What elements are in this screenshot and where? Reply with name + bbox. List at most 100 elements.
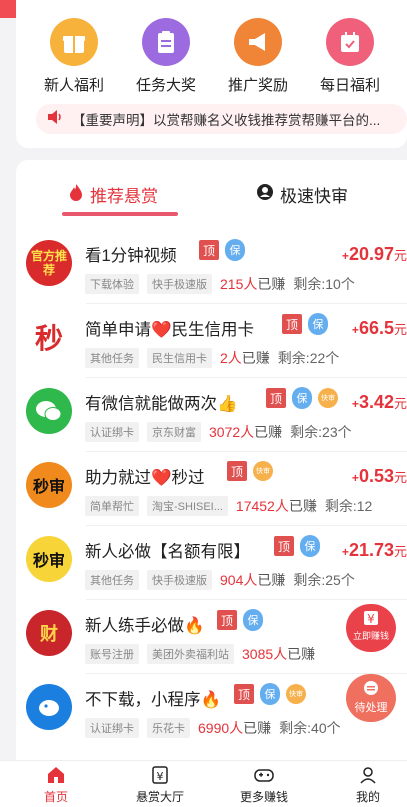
- nav-home[interactable]: 首页: [16, 765, 96, 805]
- task-badges: 顶 保 快审: [234, 683, 306, 705]
- task-row[interactable]: 有微信就能做两次👍 顶 保 快审 +3.42元 认证绑卡 京东财富 3072人已…: [26, 378, 407, 452]
- nav-hall[interactable]: ¥ 悬赏大厅: [120, 765, 200, 805]
- avatar-text: 财: [40, 624, 58, 644]
- ding-badge: 顶: [199, 240, 219, 260]
- task-tag: 快手极速版: [147, 274, 212, 294]
- nav-label: 更多赚钱: [239, 790, 288, 804]
- remaining-count: 剩余:23个: [290, 424, 352, 440]
- earn-now-button[interactable]: ¥ 立即赚钱: [346, 604, 396, 652]
- ding-badge: 顶: [234, 684, 254, 704]
- calendar-icon: [326, 18, 374, 66]
- earned-count: 17452人已赚: [235, 498, 317, 514]
- task-price: +3.42元: [351, 392, 407, 412]
- category-card: 新人福利 任务大奖 推广奖励 每日福利 【重要声明】以赏帮赚名义收钱推荐赏帮赚平…: [16, 0, 407, 148]
- remaining-count: 剩余:40个: [279, 720, 341, 736]
- nav-mine[interactable]: 我的: [328, 765, 407, 805]
- category-xinren[interactable]: 新人福利: [34, 18, 114, 95]
- task-title: 有微信就能做两次👍: [85, 395, 238, 413]
- task-price: +21.73元: [341, 540, 407, 560]
- category-label: 任务大奖: [135, 77, 196, 94]
- gift-icon: [50, 18, 98, 66]
- fast-review-badge: 快审: [286, 684, 306, 704]
- nav-label: 首页: [43, 790, 68, 804]
- task-avatar: 财: [26, 610, 72, 656]
- task-title: 新人练手必做🔥: [85, 617, 205, 635]
- task-meta: 简单帮忙 淘宝-SHISEI... 17452人已赚 剩余:12: [85, 496, 372, 516]
- task-avatar: 官方推荐: [26, 240, 72, 286]
- megaphone-icon: [234, 18, 282, 66]
- task-meta: 认证绑卡 乐花卡 6990人已赚 剩余:40个: [85, 718, 341, 738]
- task-price: +0.53元: [351, 466, 407, 486]
- gamepad-icon: [254, 769, 274, 782]
- tab-label: 推荐悬赏: [90, 187, 158, 206]
- task-row[interactable]: 秒审 助力就过❤️秒过 顶 快审 +0.53元 简单帮忙 淘宝-SHISEI..…: [26, 452, 407, 526]
- nav-label: 我的: [355, 790, 380, 804]
- wechat-icon: [26, 388, 72, 434]
- task-badges: 顶 快审: [227, 461, 273, 481]
- user-circle-icon: [256, 183, 274, 206]
- pending-button[interactable]: 待处理: [346, 674, 396, 722]
- tab-fast[interactable]: 极速快审: [256, 182, 348, 207]
- nav-more[interactable]: 更多赚钱: [224, 765, 304, 805]
- avatar-text: 秒审: [32, 479, 65, 496]
- category-meiri[interactable]: 每日福利: [310, 18, 390, 95]
- remaining-count: 剩余:22个: [277, 350, 340, 366]
- avatar-text: 秒: [34, 323, 63, 354]
- task-tag: 京东财富: [147, 422, 201, 442]
- task-row[interactable]: 秒审 新人必做【名额有限】 顶 保 +21.73元 其他任务 快手极速版 904…: [26, 526, 407, 600]
- task-price: +66.5元: [351, 318, 407, 338]
- ding-badge: 顶: [266, 388, 286, 408]
- notice-bar[interactable]: 【重要声明】以赏帮赚名义收钱推荐赏帮赚平台的...: [36, 104, 407, 134]
- avatar-text: 官方推荐: [30, 248, 67, 277]
- task-avatar: 秒审: [26, 536, 72, 582]
- task-tag: 快手极速版: [147, 570, 212, 590]
- task-tag: 下载体验: [85, 274, 139, 294]
- tab-underline: [62, 212, 178, 216]
- task-badges: 顶 保: [274, 535, 320, 557]
- task-title: 简单申请❤️民生信用卡: [85, 321, 255, 339]
- category-renwu[interactable]: 任务大奖: [126, 18, 206, 95]
- task-badges: 顶 保: [199, 239, 245, 261]
- category-tuiguang[interactable]: 推广奖励: [218, 18, 298, 95]
- earned-count: 2人已赚: [220, 350, 270, 366]
- task-badges: 顶 保 快审: [266, 387, 338, 409]
- task-row[interactable]: 官方推荐 看1分钟视频 顶 保 +20.97元 下载体验 快手极速版 215人已…: [26, 230, 407, 304]
- task-row[interactable]: 秒 简单申请❤️民生信用卡 顶 保 +66.5元 其他任务 民生信用卡 2人已赚…: [26, 304, 407, 378]
- bird-icon: [26, 684, 72, 730]
- task-avatar: 秒审: [26, 462, 72, 508]
- category-label: 新人福利: [43, 77, 104, 94]
- svg-text:¥: ¥: [367, 612, 375, 626]
- remaining-count: 剩余:25个: [293, 572, 355, 588]
- task-tag: 淘宝-SHISEI...: [147, 496, 228, 516]
- earned-count: 215人已赚: [220, 276, 286, 292]
- ding-badge: 顶: [282, 314, 302, 334]
- home-icon: [48, 767, 64, 783]
- task-badges: 顶 保: [282, 313, 328, 335]
- task-price: +20.97元: [341, 244, 407, 264]
- task-tag: 美团外卖福利站: [147, 644, 234, 664]
- ding-badge: 顶: [227, 461, 247, 481]
- tab-label: 极速快审: [280, 187, 348, 206]
- fast-review-badge: 快审: [318, 388, 338, 408]
- task-meta: 认证绑卡 京东财富 3072人已赚 剩余:23个: [85, 422, 352, 442]
- shield-icon: 保: [260, 683, 280, 705]
- menu-icon: [346, 674, 396, 699]
- earned-count: 6990人已赚: [198, 720, 272, 736]
- bottom-nav: 首页 ¥ 悬赏大厅 更多赚钱 我的: [0, 760, 407, 807]
- task-title: 助力就过❤️秒过: [85, 469, 205, 487]
- remaining-count: 剩余:12: [324, 498, 373, 514]
- remaining-count: 剩余:10个: [293, 276, 355, 292]
- shield-icon: 保: [300, 535, 320, 557]
- task-title: 看1分钟视频: [85, 247, 177, 265]
- ding-badge: 顶: [274, 536, 294, 556]
- task-tag: 其他任务: [85, 348, 139, 368]
- earned-count: 3072人已赚: [209, 424, 283, 440]
- task-tag: 认证绑卡: [85, 718, 139, 738]
- task-tag: 简单帮忙: [85, 496, 139, 516]
- clipboard-icon: [142, 18, 190, 66]
- shield-icon: 保: [292, 387, 312, 409]
- earn-now-label: 立即赚钱: [352, 631, 389, 641]
- task-title: 不下载，小程序🔥: [85, 691, 222, 709]
- tab-recommend[interactable]: 推荐悬赏: [68, 182, 158, 207]
- yuan-icon: ¥: [152, 766, 168, 784]
